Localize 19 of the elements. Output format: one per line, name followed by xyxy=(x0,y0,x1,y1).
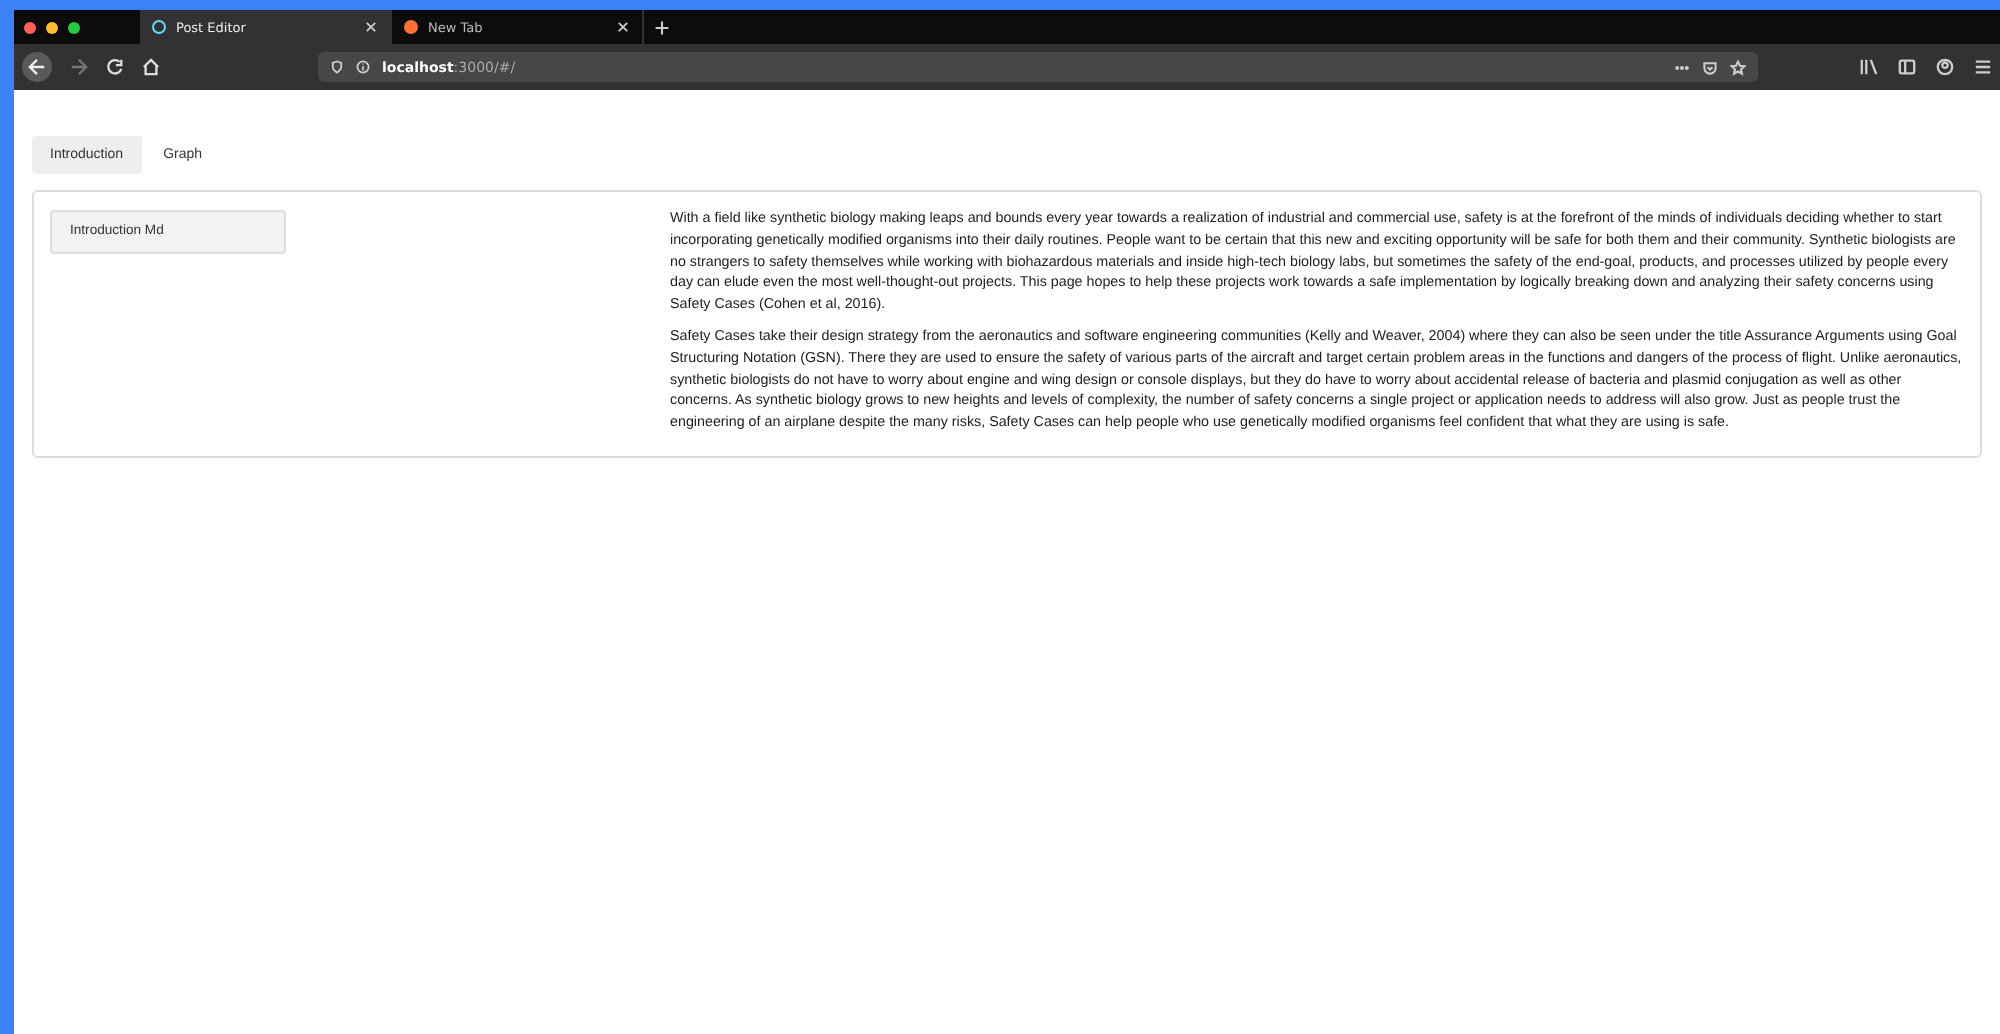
new-tab-icon[interactable] xyxy=(654,19,670,35)
back-button[interactable] xyxy=(22,52,52,82)
info-icon xyxy=(356,60,370,74)
sidebar-icon[interactable] xyxy=(1898,58,1916,76)
pocket-icon[interactable] xyxy=(1702,59,1718,75)
minimize-window-icon[interactable] xyxy=(46,21,58,33)
star-icon[interactable] xyxy=(1730,59,1746,75)
close-icon[interactable] xyxy=(364,20,378,34)
home-icon[interactable] xyxy=(142,58,160,76)
forward-icon[interactable] xyxy=(70,58,88,76)
zoom-window-icon[interactable] xyxy=(68,21,80,33)
reload-icon[interactable] xyxy=(106,58,124,76)
menu-icon[interactable] xyxy=(1974,58,1992,76)
back-arrow-icon xyxy=(28,58,46,76)
close-icon[interactable] xyxy=(616,20,630,34)
account-icon[interactable] xyxy=(1936,58,1954,76)
shield-icon xyxy=(330,60,344,74)
library-icon[interactable] xyxy=(1860,58,1878,76)
close-window-icon[interactable] xyxy=(24,21,36,33)
